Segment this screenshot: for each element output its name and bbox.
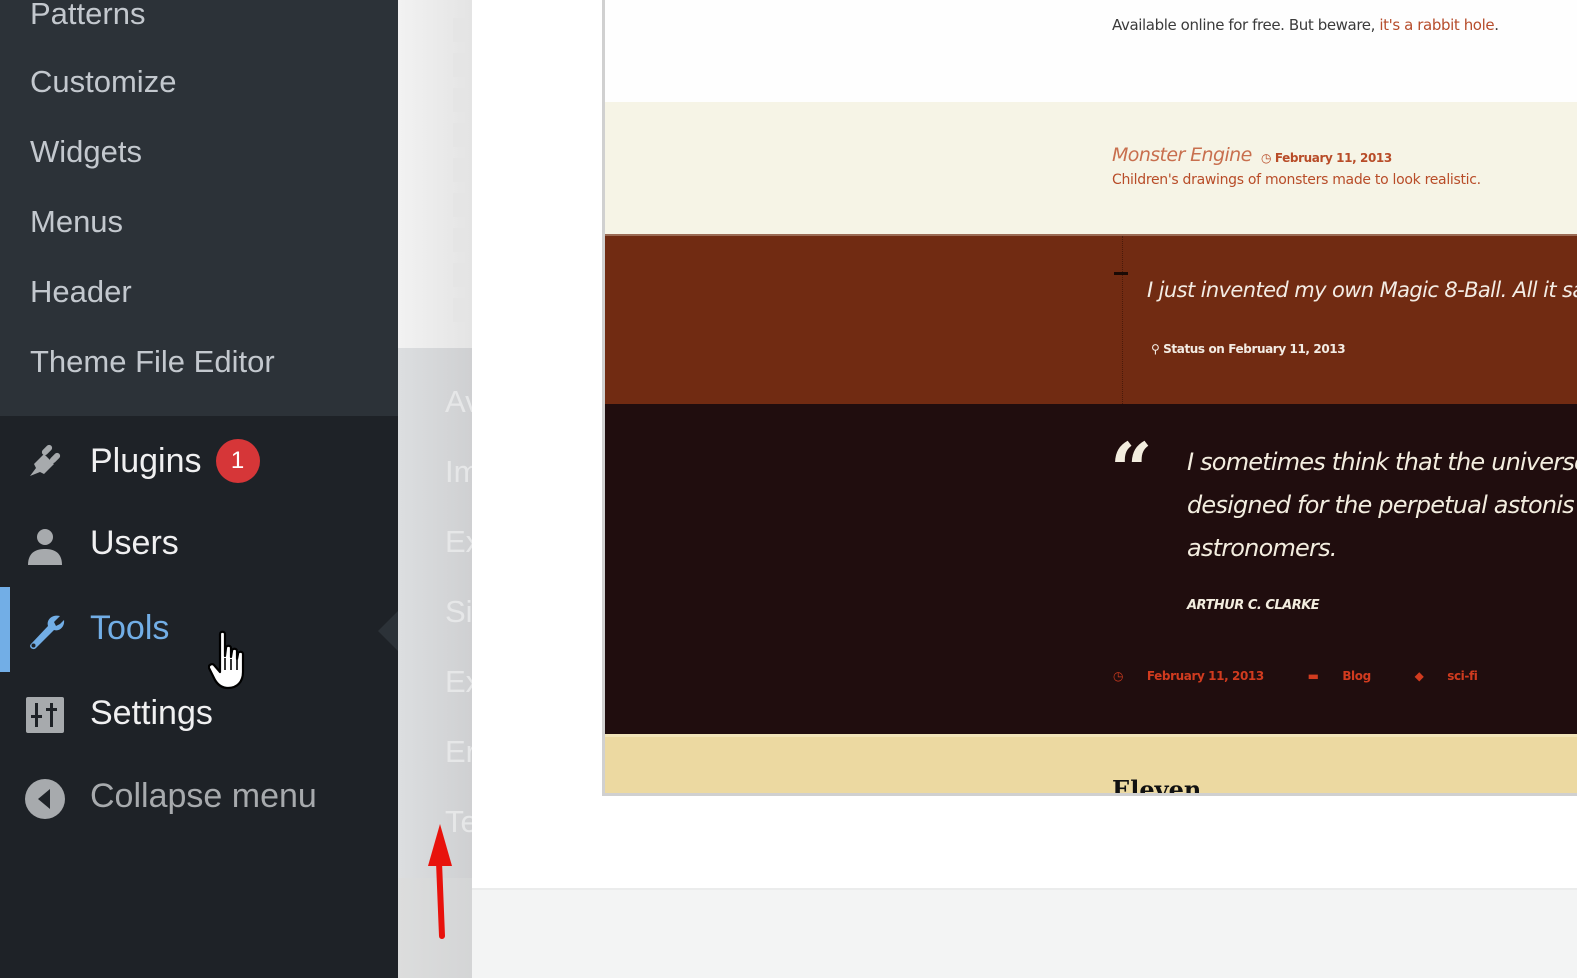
- sidebar-item-users[interactable]: Users: [0, 511, 398, 581]
- submenu-item-patterns[interactable]: Patterns: [30, 0, 145, 32]
- rabbit-hole-link[interactable]: it's a rabbit hole: [1379, 16, 1494, 34]
- gutter-top: [398, 0, 472, 348]
- sliders-icon: [24, 695, 66, 737]
- plugins-update-badge: 1: [215, 439, 260, 483]
- sidebar-item-tools[interactable]: Tools: [0, 596, 398, 666]
- tools-label: Tools: [90, 609, 170, 647]
- submenu-item-menus[interactable]: Menus: [30, 204, 123, 240]
- link-post-date-text: February 11, 2013: [1274, 151, 1392, 165]
- quote-category-link[interactable]: ▬ Blog: [1308, 669, 1391, 683]
- quote-line: I sometimes think that the universe: [1187, 448, 1577, 476]
- ghost-row: [453, 18, 465, 42]
- plugins-label: Plugins: [90, 442, 202, 480]
- admin-sidebar: Patterns Customize Widgets Menus Header …: [0, 0, 398, 978]
- link-post-description[interactable]: Children's drawings of monsters made to …: [1112, 172, 1481, 188]
- intro-section: Available online for free. But beware, i…: [605, 0, 1577, 102]
- submenu-item-widgets[interactable]: Widgets: [30, 134, 142, 170]
- tools-flyout-submenu: Av Im Ex Si Ex Er Te: [398, 348, 472, 878]
- wp-admin-screen: Patterns Customize Widgets Menus Header …: [0, 0, 1577, 978]
- plugin-icon: [24, 440, 66, 482]
- status-meta[interactable]: ⚲ Status on February 11, 2013: [1151, 342, 1346, 356]
- sidebar-item-settings[interactable]: Settings: [0, 681, 398, 751]
- content-gutter: Av Im Ex Si Ex Er Te: [398, 0, 472, 978]
- tag-icon: ◆: [1414, 669, 1428, 683]
- quote-author: ARTHUR C. CLARKE: [1187, 598, 1320, 613]
- link-post-date[interactable]: ◷ February 11, 2013: [1261, 151, 1392, 165]
- collapse-menu-button[interactable]: Collapse menu: [0, 764, 398, 834]
- pin-icon: ⚲: [1151, 342, 1164, 356]
- theme-preview[interactable]: Available online for free. But beware, i…: [602, 0, 1577, 796]
- status-timeline-line: [1122, 236, 1123, 406]
- quote-date-text: February 11, 2013: [1146, 669, 1264, 683]
- hand-cursor-icon: [208, 630, 245, 690]
- quote-date-link[interactable]: ◷ February 11, 2013: [1113, 669, 1284, 683]
- collapse-icon: [24, 778, 66, 820]
- quote-meta: ◷ February 11, 2013 ▬ Blog ◆ sci-fi: [1113, 669, 1518, 683]
- submenu-item-customize[interactable]: Customize: [30, 64, 176, 100]
- quote-tag-link[interactable]: ◆ sci-fi: [1415, 669, 1498, 683]
- flyout-item-available-tools[interactable]: Av: [445, 384, 472, 420]
- status-text: I just invented my own Magic 8-Ball. All…: [1147, 278, 1577, 302]
- ghost-row: [453, 158, 465, 182]
- clock-icon: ◷: [1261, 151, 1275, 165]
- submenu-item-header[interactable]: Header: [30, 274, 132, 310]
- status-meta-text: Status on February 11, 2013: [1163, 342, 1346, 356]
- ghost-row: [453, 263, 465, 287]
- next-post-title[interactable]: Eleven: [1112, 775, 1201, 793]
- users-label: Users: [90, 524, 179, 562]
- flyout-item-site-health[interactable]: Si: [445, 594, 472, 630]
- ghost-row: [453, 298, 465, 322]
- quote-post: “ I sometimes think that the universe de…: [605, 404, 1577, 734]
- flyout-item-erase-personal-data[interactable]: Er: [445, 734, 472, 770]
- clock-icon: ◷: [1113, 669, 1127, 683]
- wrench-icon: [24, 610, 66, 652]
- ghost-row: [453, 193, 465, 217]
- intro-text: Available online for free. But beware,: [1112, 16, 1380, 34]
- sidebar-item-plugins[interactable]: Plugins 1: [0, 426, 398, 496]
- quote-tag-text: sci-fi: [1447, 669, 1478, 683]
- flyout-item-import[interactable]: Im: [445, 454, 472, 490]
- next-post: Eleven: [605, 734, 1577, 793]
- flyout-item-export-personal-data[interactable]: Ex: [445, 664, 472, 700]
- quote-line: designed for the perpetual astonis: [1187, 491, 1575, 519]
- flyout-item-export[interactable]: Ex: [445, 524, 472, 560]
- link-post: Monster Engine ◷ February 11, 2013 Child…: [605, 102, 1577, 234]
- user-icon: [24, 525, 66, 567]
- main-content: Available online for free. But beware, i…: [472, 0, 1577, 888]
- quote-mark-icon: “: [1110, 428, 1153, 514]
- ghost-row: [453, 53, 465, 77]
- settings-label: Settings: [90, 694, 213, 732]
- quote-category-text: Blog: [1342, 669, 1371, 683]
- status-post: I just invented my own Magic 8-Ball. All…: [605, 234, 1577, 406]
- appearance-submenu: Patterns Customize Widgets Menus Header …: [0, 0, 398, 416]
- link-post-title[interactable]: Monster Engine: [1112, 144, 1252, 166]
- submenu-item-theme-file-editor[interactable]: Theme File Editor: [30, 344, 275, 380]
- annotation-arrow-icon: [428, 824, 452, 939]
- intro-end: .: [1494, 16, 1499, 34]
- quote-line: astronomers.: [1187, 534, 1337, 562]
- content-footer: [472, 888, 1577, 978]
- status-dash-icon: [1114, 272, 1128, 275]
- flyout-pointer: [378, 611, 398, 651]
- ghost-row: [453, 88, 465, 112]
- ghost-row: [453, 228, 465, 252]
- collapse-menu-label: Collapse menu: [90, 777, 317, 815]
- ghost-row: [453, 123, 465, 147]
- folder-icon: ▬: [1307, 669, 1323, 683]
